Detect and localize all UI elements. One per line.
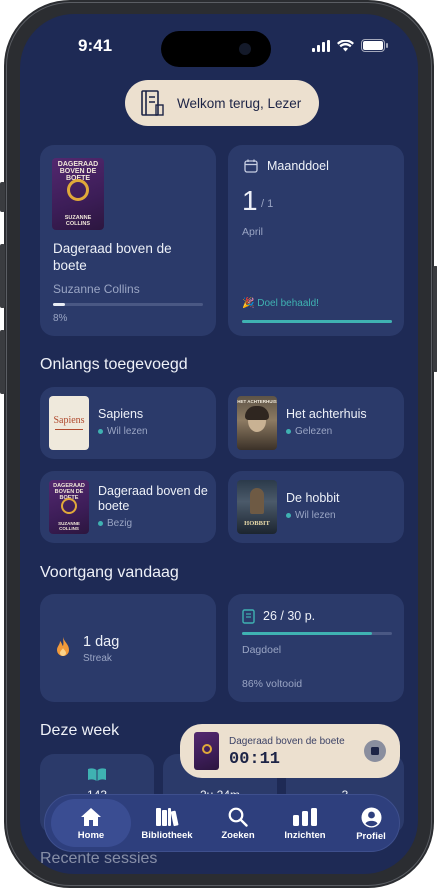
- status-time: 9:41: [78, 36, 113, 55]
- side-button: [0, 182, 5, 212]
- books-icon: [156, 808, 179, 827]
- daily-goal-completed: 86% voltooid: [242, 678, 303, 690]
- signal-icon: [312, 39, 330, 52]
- streak-label: Streak: [83, 653, 112, 664]
- current-book-title: Dageraad boven de boete: [53, 241, 172, 273]
- daily-goal-progress-fill: [242, 632, 373, 635]
- current-book-progress-fill: [53, 303, 65, 306]
- bottom-nav: Home Bibliotheek Zoeken Inzichten Profie…: [44, 794, 400, 852]
- recent-book-dageraad[interactable]: DAGERAAD BOVEN DE BOETE SUZANNE COLLINS …: [40, 471, 216, 543]
- player-cover: [194, 732, 219, 770]
- bar-chart-icon: [293, 808, 317, 826]
- volume-down-button: [0, 330, 5, 394]
- book-status: Wil lezen: [98, 426, 148, 437]
- book-title: De hobbit: [286, 491, 340, 505]
- book-status: Wil lezen: [286, 510, 340, 521]
- player-timer: 00:11: [229, 750, 281, 769]
- welcome-banner: Welkom terug, Lezer: [125, 80, 319, 126]
- nav-item-library[interactable]: Bibliotheek: [127, 795, 207, 853]
- sapiens-cover: Sapiens: [49, 396, 89, 450]
- battery-icon: [361, 39, 388, 52]
- status-icons: [312, 39, 388, 52]
- hobbit-cover: HOBBIT: [237, 480, 277, 534]
- book-title: Dageraad boven de boete: [98, 484, 208, 513]
- streak-value: 1 dag: [83, 634, 120, 650]
- welcome-text: Welkom terug, Lezer: [177, 95, 302, 111]
- calendar-icon: [244, 159, 258, 173]
- current-book-cover: DAGERAAD BOVEN DE BOETE SUZANNE COLLINS: [52, 158, 104, 230]
- book-status: Bezig: [98, 518, 208, 529]
- wifi-icon: [337, 39, 354, 51]
- today-section-title: Voortgang vandaag: [40, 564, 179, 581]
- week-section-title: Deze week: [40, 722, 120, 739]
- monthly-goal-progress-fill: [242, 320, 392, 323]
- recent-book-achterhuis[interactable]: HET ACHTERHUIS Het achterhuis Gelezen: [228, 387, 404, 459]
- current-book-author: Suzanne Collins: [53, 282, 140, 296]
- volume-up-button: [0, 244, 5, 308]
- player-title: Dageraad boven de boete: [229, 736, 345, 747]
- book-title: Sapiens: [98, 407, 144, 421]
- mini-player[interactable]: Dageraad boven de boete 00:11: [180, 724, 400, 778]
- daily-goal-card[interactable]: 26 / 30 p. Dagdoel 86% voltooid: [228, 594, 404, 702]
- monthly-goal-title: Maanddoel: [267, 159, 329, 173]
- stop-button[interactable]: [364, 740, 386, 762]
- status-bar: 9:41: [20, 14, 418, 70]
- bookshelf-icon: [141, 90, 164, 116]
- dageraad-cover: DAGERAAD BOVEN DE BOETE SUZANNE COLLINS: [49, 480, 89, 534]
- stop-icon: [371, 747, 379, 755]
- goal-achieved-label: 🎉 Doel behaald!: [242, 298, 319, 309]
- flame-icon: [57, 637, 69, 656]
- daily-goal-progress: [242, 632, 392, 635]
- current-book-percent: 8%: [53, 313, 68, 324]
- daily-pages: 26 / 30 p.: [263, 609, 316, 623]
- daily-goal-label: Dagdoel: [242, 644, 282, 656]
- current-book-card[interactable]: DAGERAAD BOVEN DE BOETE SUZANNE COLLINS …: [40, 145, 216, 336]
- nav-item-profile[interactable]: Profiel: [331, 795, 411, 853]
- nav-item-home[interactable]: Home: [51, 795, 131, 853]
- monthly-goal-total: / 1: [261, 198, 274, 210]
- book-icon: [242, 609, 255, 624]
- book-title: Het achterhuis: [286, 407, 367, 421]
- current-book-progress: [53, 303, 203, 306]
- app-screen: 9:41 Welkom terug, Lezer DAGERAAD BOVEN …: [20, 14, 418, 874]
- monthly-goal-count: 1: [242, 185, 258, 216]
- home-icon: [81, 808, 101, 826]
- monthly-goal-card[interactable]: Maanddoel 1 / 1 April 🎉 Doel behaald!: [228, 145, 404, 336]
- power-button: [433, 266, 437, 372]
- dynamic-island: [161, 31, 271, 67]
- phone-frame: 9:41 Welkom terug, Lezer DAGERAAD BOVEN …: [0, 0, 437, 888]
- recent-book-hobbit[interactable]: HOBBIT De hobbit Wil lezen: [228, 471, 404, 543]
- monthly-goal-month: April: [242, 226, 264, 238]
- recent-section-title: Onlangs toegevoegd: [40, 356, 188, 373]
- achterhuis-cover: HET ACHTERHUIS: [237, 396, 277, 450]
- open-book-icon: [88, 768, 106, 781]
- monthly-goal-progress: [242, 320, 392, 323]
- profile-icon: [361, 807, 381, 827]
- search-icon: [228, 807, 248, 827]
- recent-book-sapiens[interactable]: Sapiens Sapiens Wil lezen: [40, 387, 216, 459]
- book-status: Gelezen: [286, 426, 367, 437]
- streak-card[interactable]: 1 dag Streak: [40, 594, 216, 702]
